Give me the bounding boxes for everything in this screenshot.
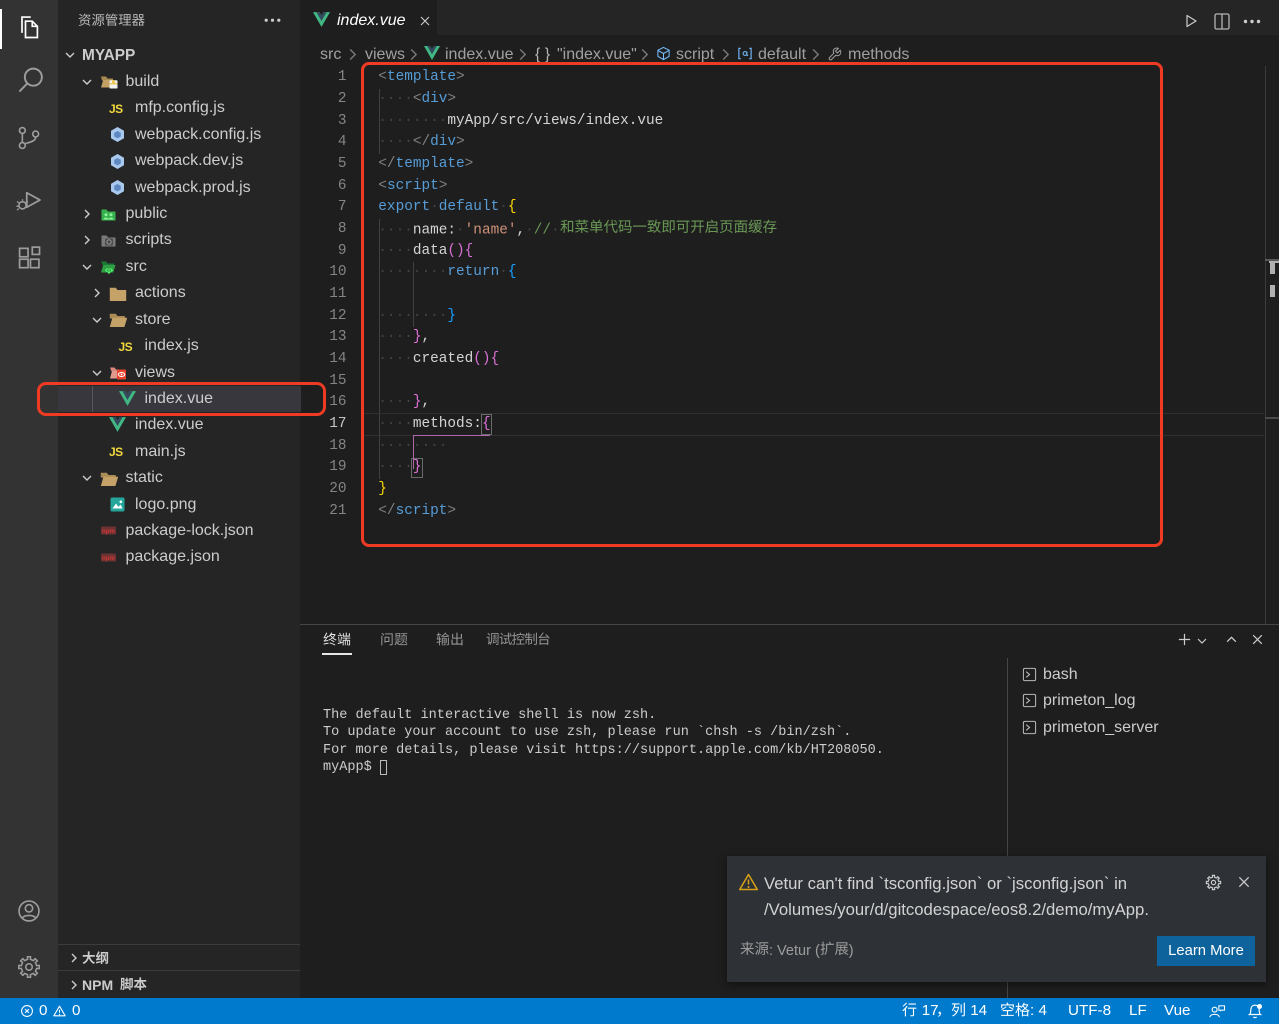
svg-text:npm: npm <box>101 528 115 535</box>
svg-text:npm: npm <box>101 554 115 561</box>
